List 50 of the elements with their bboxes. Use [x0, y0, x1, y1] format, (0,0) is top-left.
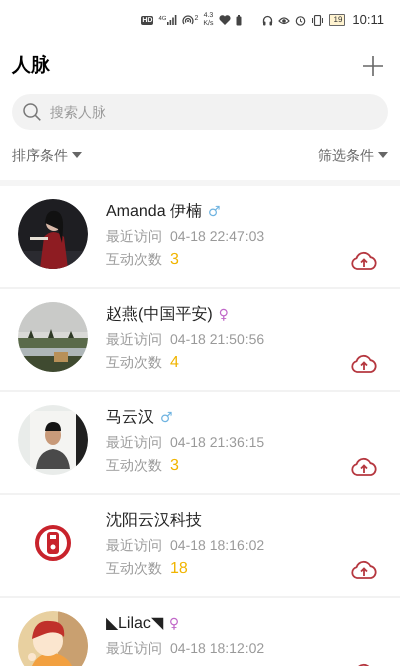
contact-name: 马云汉: [106, 408, 154, 428]
alarm-icon: [294, 14, 306, 26]
battery-indicator: 19: [328, 14, 346, 26]
gender-symbol: ♀: [168, 614, 180, 634]
field-label: 互动次数: [106, 250, 162, 269]
interaction-count: 3: [170, 456, 179, 476]
signal-icon: [167, 15, 178, 25]
field-label: 最近访问: [106, 330, 162, 349]
hotspot-icon: [182, 14, 194, 26]
gender-symbol: ♂: [160, 408, 173, 428]
gender-symbol: ♀: [218, 306, 229, 324]
battery-saver-icon: [236, 14, 242, 26]
visit-time: 04-18 21:50:56: [170, 330, 264, 349]
caret-icon: [378, 152, 388, 158]
contact-name: ◣Lilac◥: [106, 614, 163, 634]
contact-name: 赵燕(中国平安): [106, 304, 213, 325]
cloud-upload-icon[interactable]: [350, 354, 378, 374]
cloud-upload-icon[interactable]: [350, 457, 378, 477]
field-label: 最近访问: [106, 433, 162, 452]
field-label: 互动次数: [106, 559, 162, 578]
interaction-count: 3: [170, 250, 179, 270]
page-title: 人脉: [12, 54, 50, 78]
field-label: 互动次数: [106, 353, 162, 372]
interaction-count: 4: [170, 352, 179, 372]
clock: 10:11: [352, 11, 384, 30]
contact-name: Amanda 伊楠: [106, 202, 202, 222]
caret-icon: [72, 152, 82, 158]
gender-symbol: ♂: [208, 202, 221, 222]
cloud-upload-icon[interactable]: [350, 560, 378, 580]
search-icon: [22, 102, 42, 122]
logo-icon: [33, 523, 73, 563]
visit-time: 04-18 21:36:15: [170, 433, 264, 452]
vibrate-icon: [310, 14, 324, 26]
headphones-icon: [262, 14, 273, 26]
interaction-count: 18: [170, 558, 188, 578]
visit-time: 04-18 22:47:03: [170, 227, 264, 246]
field-label: 最近访问: [106, 227, 162, 246]
visit-time: 04-18 18:12:02: [170, 639, 264, 658]
visit-time: 04-18 18:16:02: [170, 536, 264, 555]
filter-dropdown[interactable]: 筛选条件: [318, 144, 388, 166]
field-label: 最近访问: [106, 639, 162, 658]
field-label: 最近访问: [106, 536, 162, 555]
cloud-upload-icon[interactable]: [350, 251, 378, 271]
add-icon[interactable]: [362, 55, 384, 77]
search-field[interactable]: 搜索人脉: [12, 94, 388, 130]
field-label: 互动次数: [106, 456, 162, 475]
heart-icon: [218, 15, 231, 25]
eye-icon: [278, 15, 290, 25]
sort-dropdown[interactable]: 排序条件: [12, 144, 82, 166]
contact-name: 沈阳云汉科技: [106, 510, 202, 531]
